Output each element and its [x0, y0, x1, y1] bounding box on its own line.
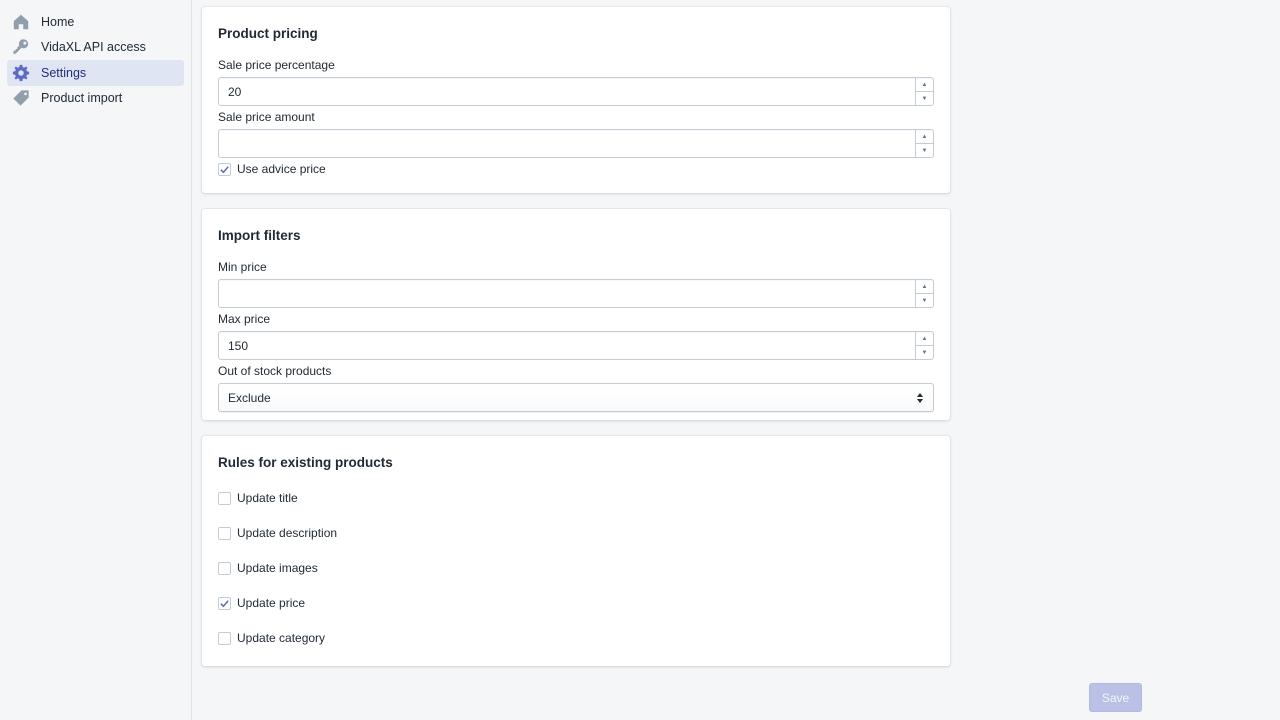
checkmark-icon	[220, 599, 229, 607]
update-description-checkbox[interactable]	[218, 526, 231, 540]
checkbox-label: Update title	[237, 491, 298, 505]
sidebar-item-label: Settings	[41, 65, 87, 80]
update-description-row[interactable]: Update description	[218, 525, 934, 541]
card-title: Import filters	[218, 228, 301, 243]
increment-icon[interactable]: ▲	[916, 280, 933, 293]
rules-card: Rules for existing products Update title…	[202, 436, 950, 666]
sale-price-amount-input[interactable]: ▲ ▼	[218, 129, 934, 158]
product-pricing-card: Product pricing Sale price percentage 20…	[202, 7, 950, 193]
update-images-row[interactable]: Update images	[218, 560, 934, 576]
save-button[interactable]: Save	[1089, 683, 1142, 712]
import-filters-card: Import filters Min price ▲ ▼ Max price 1…	[202, 209, 950, 420]
number-stepper[interactable]: ▲ ▼	[915, 280, 933, 307]
update-price-row[interactable]: Update price	[218, 595, 934, 611]
sidebar-item-vidaxl-api-access[interactable]: VidaXL API access	[7, 35, 184, 61]
checkbox-label: Update price	[237, 596, 306, 610]
checkbox-label: Update images	[237, 561, 318, 575]
decrement-icon[interactable]: ▼	[916, 293, 933, 307]
field-label: Max price	[218, 312, 271, 326]
number-stepper[interactable]: ▲ ▼	[915, 130, 933, 157]
input-value: 150	[228, 338, 249, 353]
update-price-checkbox[interactable]	[218, 596, 231, 610]
max-price-input[interactable]: 150 ▲ ▼	[218, 331, 934, 360]
update-images-checkbox[interactable]	[218, 561, 231, 575]
out-of-stock-select[interactable]: Exclude	[218, 383, 934, 412]
increment-icon[interactable]: ▲	[916, 332, 933, 345]
sidebar: Home VidaXL API access Settings Product …	[0, 0, 192, 720]
input-value: 20	[228, 84, 242, 99]
field-label: Min price	[218, 260, 267, 274]
tag-icon	[12, 89, 30, 107]
number-stepper[interactable]: ▲ ▼	[915, 332, 933, 359]
decrement-icon[interactable]: ▼	[916, 345, 933, 359]
field-label: Out of stock products	[218, 364, 332, 378]
checkbox-label: Update description	[237, 526, 338, 540]
home-icon	[12, 13, 30, 31]
sidebar-item-label: Product import	[41, 91, 123, 106]
sidebar-item-label: VidaXL API access	[41, 40, 146, 55]
gear-icon	[12, 64, 30, 82]
sidebar-item-product-import[interactable]: Product import	[7, 86, 184, 112]
decrement-icon[interactable]: ▼	[916, 91, 933, 105]
sale-price-percentage-input[interactable]: 20 ▲ ▼	[218, 77, 934, 106]
number-stepper[interactable]: ▲ ▼	[915, 78, 933, 105]
decrement-icon[interactable]: ▼	[916, 143, 933, 157]
update-title-checkbox[interactable]	[218, 491, 231, 505]
select-value: Exclude	[228, 390, 271, 405]
checkmark-icon	[220, 165, 229, 173]
field-label: Sale price amount	[218, 110, 315, 124]
select-caret-icon	[917, 393, 923, 403]
field-label: Sale price percentage	[218, 58, 335, 72]
sidebar-item-label: Home	[41, 14, 75, 29]
key-icon	[12, 38, 30, 56]
use-advice-price-checkbox[interactable]	[218, 162, 231, 176]
update-category-checkbox[interactable]	[218, 631, 231, 645]
min-price-input[interactable]: ▲ ▼	[218, 279, 934, 308]
card-title: Product pricing	[218, 26, 318, 41]
update-title-row[interactable]: Update title	[218, 490, 934, 506]
increment-icon[interactable]: ▲	[916, 78, 933, 91]
sidebar-item-settings[interactable]: Settings	[7, 60, 184, 86]
increment-icon[interactable]: ▲	[916, 130, 933, 143]
update-category-row[interactable]: Update category	[218, 630, 934, 646]
checkbox-label: Use advice price	[237, 162, 326, 176]
card-title: Rules for existing products	[218, 455, 393, 470]
use-advice-price-row[interactable]: Use advice price	[218, 161, 934, 177]
checkbox-label: Update category	[237, 631, 326, 645]
sidebar-item-home[interactable]: Home	[7, 9, 184, 35]
